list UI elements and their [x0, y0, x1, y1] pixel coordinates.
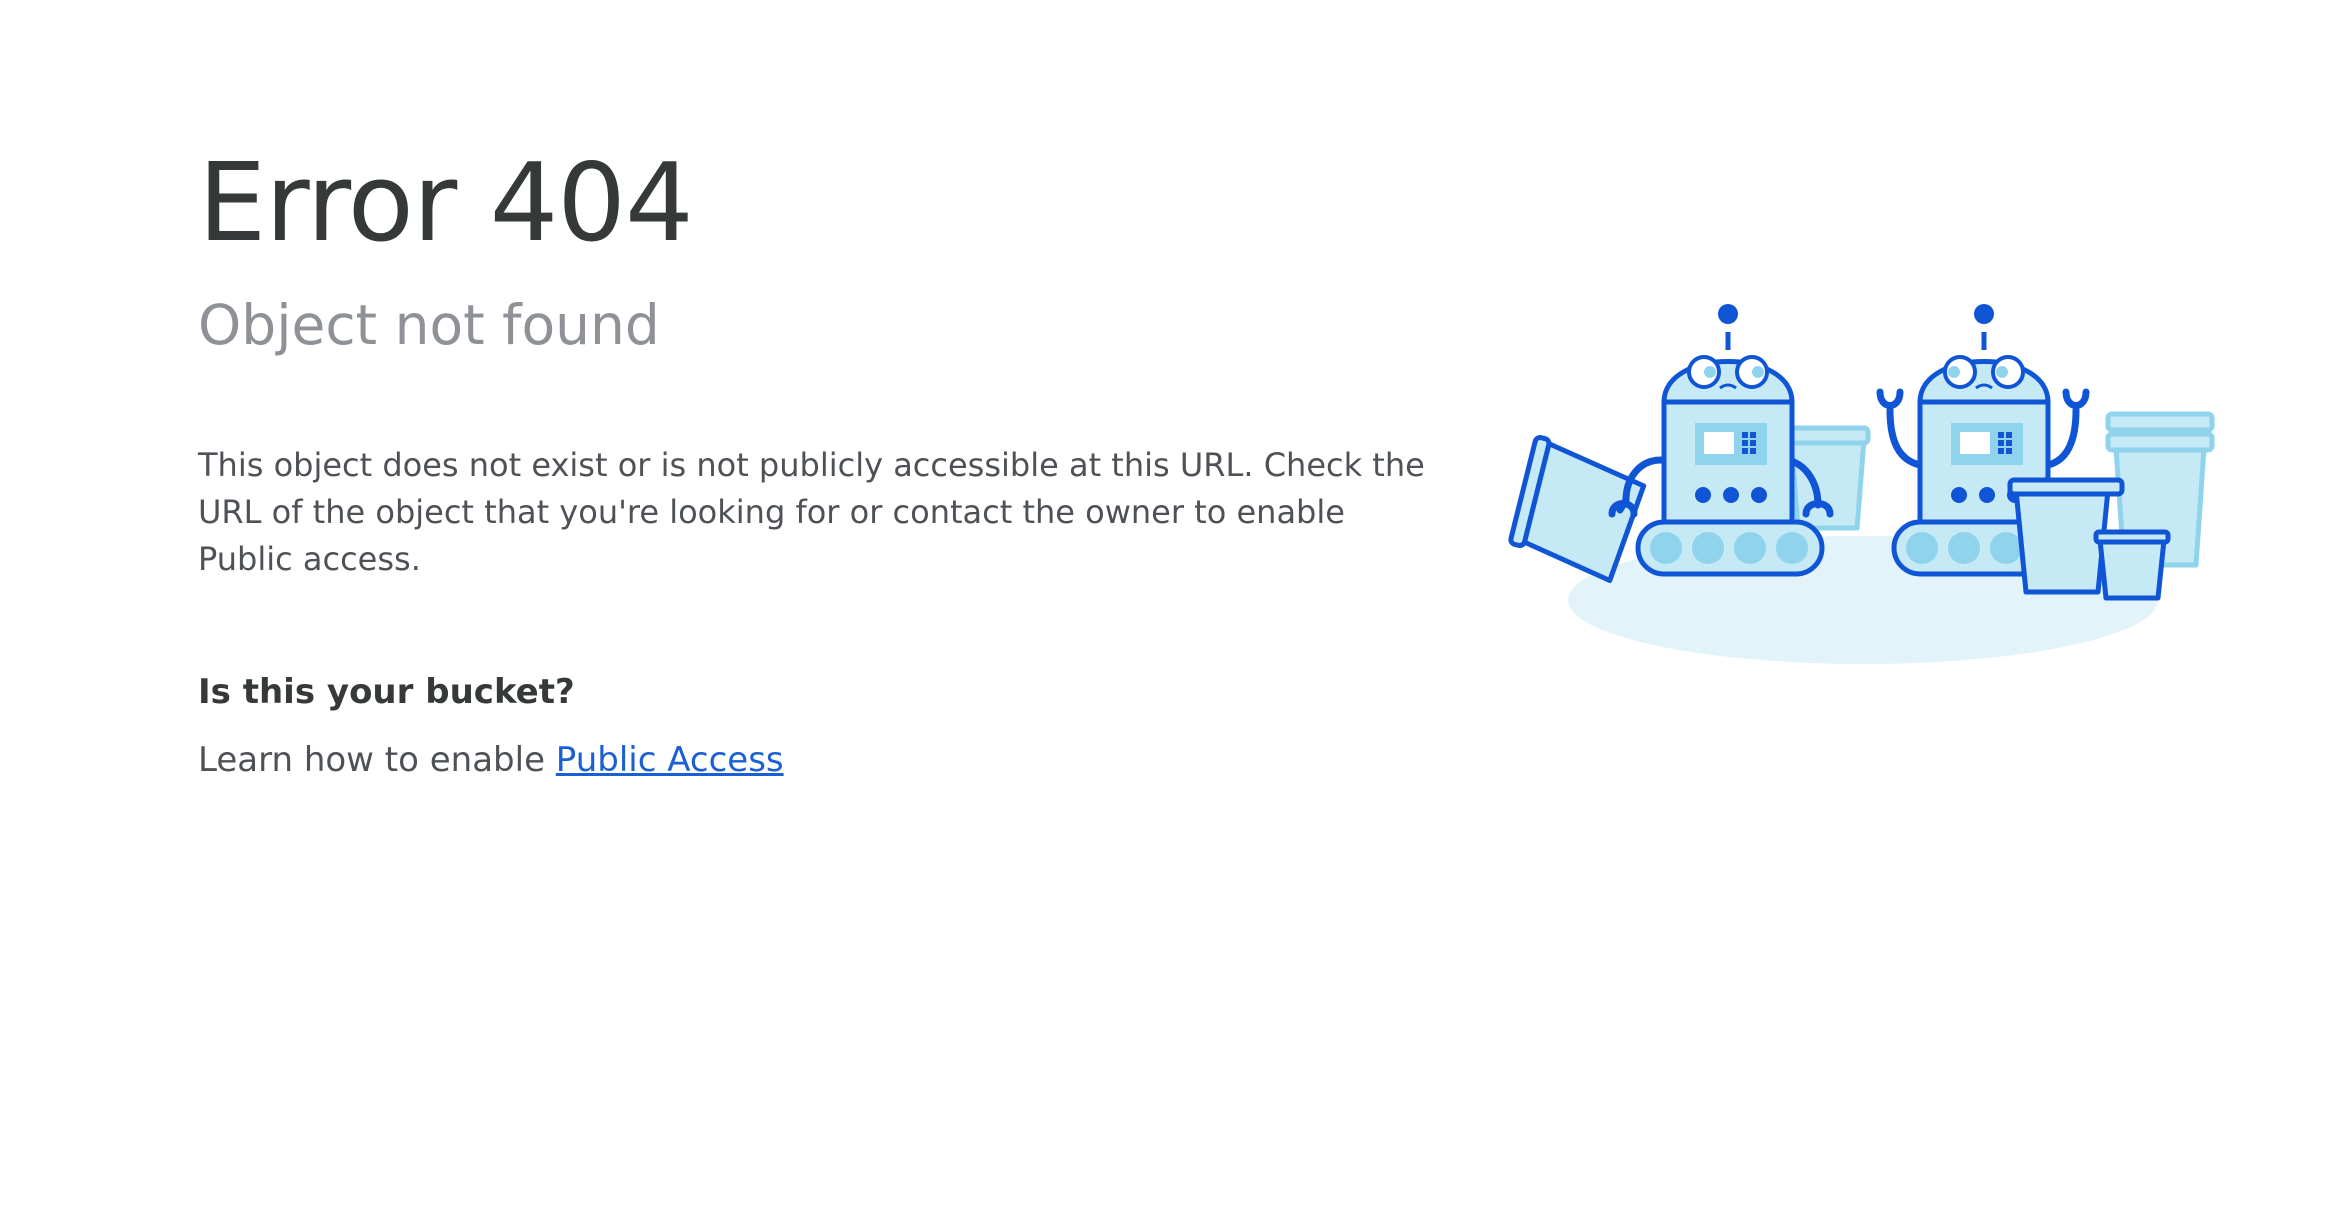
error-title: Error 404 — [198, 141, 694, 266]
error-content: Error 404 Object not found This object d… — [198, 141, 1438, 781]
error-description: This object does not exist or is not pub… — [198, 446, 1425, 578]
learn-public-access-line: Learn how to enable Public Access — [198, 740, 1438, 780]
error-subtitle: Object not found — [198, 293, 660, 357]
learn-prefix-text: Learn how to enable — [198, 740, 556, 780]
robots-buckets-illustration — [1508, 304, 2215, 664]
tipped-bucket — [1508, 435, 1647, 583]
bucket-heading: Is this your bucket? — [198, 672, 575, 712]
public-access-link[interactable]: Public Access — [556, 740, 784, 780]
